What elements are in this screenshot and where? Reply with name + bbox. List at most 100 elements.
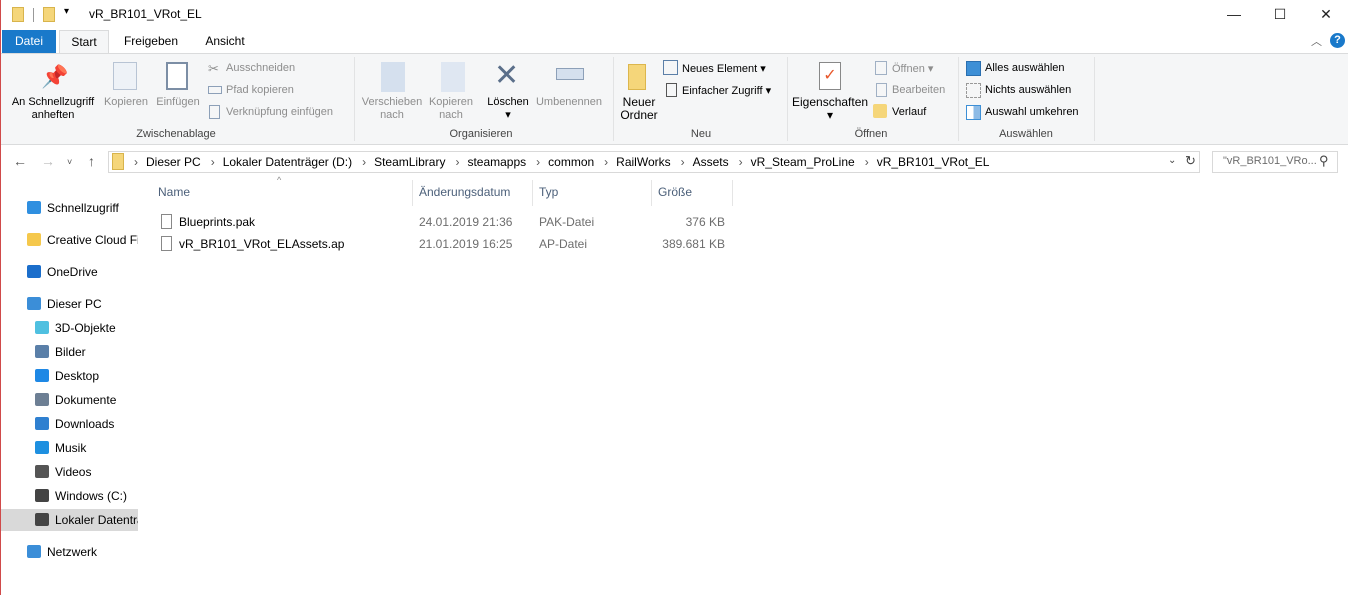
delete-button[interactable]: Löschen ▾ [484, 96, 532, 122]
column-header-name[interactable]: Name [158, 185, 190, 199]
tab-datei[interactable]: Datei [2, 30, 56, 53]
column-divider[interactable] [651, 180, 652, 206]
breadcrumb-separator-icon[interactable]: › [362, 155, 366, 169]
breadcrumb: › Dieser PC › Lokaler Datenträger (D:) › Stea… [134, 155, 999, 169]
sidebar-item[interactable]: Musik [1, 437, 138, 459]
paste-button[interactable]: Einfügen [153, 96, 203, 109]
address-dropdown-icon[interactable]: ⌄ [1168, 155, 1176, 166]
sidebar-item[interactable]: Creative Cloud Fi [1, 229, 138, 251]
breadcrumb-item[interactable]: steamapps [467, 155, 526, 169]
invert-selection-button[interactable]: Auswahl umkehren [985, 106, 1079, 118]
breadcrumb-item[interactable]: vR_BR101_VRot_EL [877, 155, 990, 169]
copy-icon [113, 62, 137, 90]
breadcrumb-item[interactable]: vR_Steam_ProLine [751, 155, 855, 169]
tab-ansicht[interactable]: Ansicht [193, 30, 257, 53]
sidebar-item[interactable]: Netzwerk [1, 541, 138, 563]
refresh-icon[interactable]: ↻ [1185, 153, 1196, 169]
qat-dropdown-icon[interactable]: ▾ [64, 6, 69, 17]
tab-freigeben[interactable]: Freigeben [115, 30, 187, 53]
sidebar-item[interactable]: Videos [1, 461, 138, 483]
open-button[interactable]: Öffnen ▾ [892, 62, 933, 75]
pin-quick-access-button[interactable]: An Schnellzugriff anheften [7, 96, 99, 122]
breadcrumb-separator-icon[interactable]: › [865, 155, 869, 169]
breadcrumb-separator-icon[interactable]: › [211, 155, 215, 169]
cube-icon [35, 321, 49, 334]
sidebar-item-label: Dokumente [55, 393, 117, 407]
cut-button[interactable]: Ausschneiden [226, 62, 295, 74]
rename-button[interactable]: Umbenennen [533, 96, 605, 109]
separator [613, 57, 614, 141]
sidebar-item[interactable]: Windows (C:) [1, 485, 138, 507]
easy-access-button[interactable]: Einfacher Zugriff ▾ [682, 84, 771, 97]
new-item-button[interactable]: Neues Element ▾ [682, 62, 766, 75]
breadcrumb-separator-icon[interactable]: › [455, 155, 459, 169]
help-icon[interactable]: ? [1330, 33, 1345, 48]
sidebar-item[interactable]: Schnellzugriff [1, 197, 138, 219]
maximize-button[interactable]: ☐ [1257, 0, 1303, 30]
breadcrumb-item[interactable]: Lokaler Datenträger (D:) [223, 155, 352, 169]
forward-button[interactable]: → [41, 153, 55, 169]
download-icon [35, 417, 49, 430]
sidebar-item-label: Dieser PC [47, 297, 102, 311]
breadcrumb-separator-icon[interactable]: › [681, 155, 685, 169]
breadcrumb-item[interactable]: Assets [693, 155, 729, 169]
edit-icon [876, 83, 887, 97]
history-button[interactable]: Verlauf [892, 106, 926, 118]
breadcrumb-separator-icon[interactable]: › [536, 155, 540, 169]
copy-to-button[interactable]: Kopieren nach [426, 96, 476, 122]
copy-path-button[interactable]: Pfad kopieren [226, 84, 294, 96]
back-button[interactable]: ← [13, 153, 27, 169]
minimize-button[interactable]: — [1211, 0, 1257, 30]
video-icon [35, 465, 49, 478]
properties-button[interactable]: Eigenschaften ▾ [792, 96, 868, 122]
sidebar-item-label: Schnellzugriff [47, 201, 119, 215]
move-to-button[interactable]: Verschieben nach [359, 96, 425, 122]
file-row[interactable]: Blueprints.pak 24.01.2019 21:36 PAK-Date… [151, 211, 741, 233]
column-header-type[interactable]: Typ [539, 185, 558, 199]
sidebar-item[interactable]: Dieser PC [1, 293, 138, 315]
select-all-button[interactable]: Alles auswählen [985, 62, 1065, 74]
column-divider[interactable] [412, 180, 413, 206]
collapse-ribbon-icon[interactable]: ︿ [1311, 33, 1322, 49]
sidebar-item[interactable]: Dokumente [1, 389, 138, 411]
breadcrumb-item[interactable]: Dieser PC [146, 155, 201, 169]
sidebar-item[interactable]: OneDrive [1, 261, 138, 283]
new-item-label: Neues Element [682, 63, 758, 75]
edit-button[interactable]: Bearbeiten [892, 84, 945, 96]
breadcrumb-item[interactable]: SteamLibrary [374, 155, 445, 169]
select-none-button[interactable]: Nichts auswählen [985, 84, 1071, 96]
breadcrumb-item[interactable]: RailWorks [616, 155, 670, 169]
new-folder-button[interactable]: Neuer Ordner [617, 96, 661, 122]
column-header-size[interactable]: Größe [658, 185, 692, 199]
documents-icon [35, 393, 49, 406]
sidebar-item[interactable]: Lokaler Datentra [1, 509, 138, 531]
breadcrumb-item[interactable]: common [548, 155, 594, 169]
paste-icon [166, 62, 188, 90]
tab-start[interactable]: Start [59, 30, 109, 54]
open-label: Öffnen [892, 63, 925, 75]
new-folder-qat-icon[interactable] [43, 7, 55, 22]
pictures-icon [35, 345, 49, 358]
close-button[interactable]: ✕ [1303, 0, 1348, 30]
invert-selection-icon [966, 105, 981, 120]
breadcrumb-separator-icon[interactable]: › [604, 155, 608, 169]
file-icon [161, 236, 172, 251]
breadcrumb-separator-icon[interactable]: › [134, 155, 138, 169]
sidebar-item-label: Creative Cloud Fi [47, 233, 138, 247]
divider [33, 8, 34, 22]
breadcrumb-separator-icon[interactable]: › [739, 155, 743, 169]
pin-icon: 📌 [41, 64, 69, 89]
column-header-date[interactable]: Änderungsdatum [419, 185, 510, 199]
up-button[interactable]: ↑ [88, 153, 95, 169]
history-icon [873, 104, 887, 118]
sidebar-item[interactable]: Downloads [1, 413, 138, 435]
column-divider[interactable] [532, 180, 533, 206]
recent-locations-dropdown[interactable]: ˅ [67, 157, 72, 167]
copy-button[interactable]: Kopieren [102, 96, 150, 109]
column-divider[interactable] [732, 180, 733, 206]
sidebar-item[interactable]: Desktop [1, 365, 138, 387]
paste-shortcut-button[interactable]: Verknüpfung einfügen [226, 106, 333, 118]
sidebar-item[interactable]: Bilder [1, 341, 138, 363]
sidebar-item[interactable]: 3D-Objekte [1, 317, 138, 339]
file-row[interactable]: vR_BR101_VRot_ELAssets.ap 21.01.2019 16:… [151, 233, 741, 255]
